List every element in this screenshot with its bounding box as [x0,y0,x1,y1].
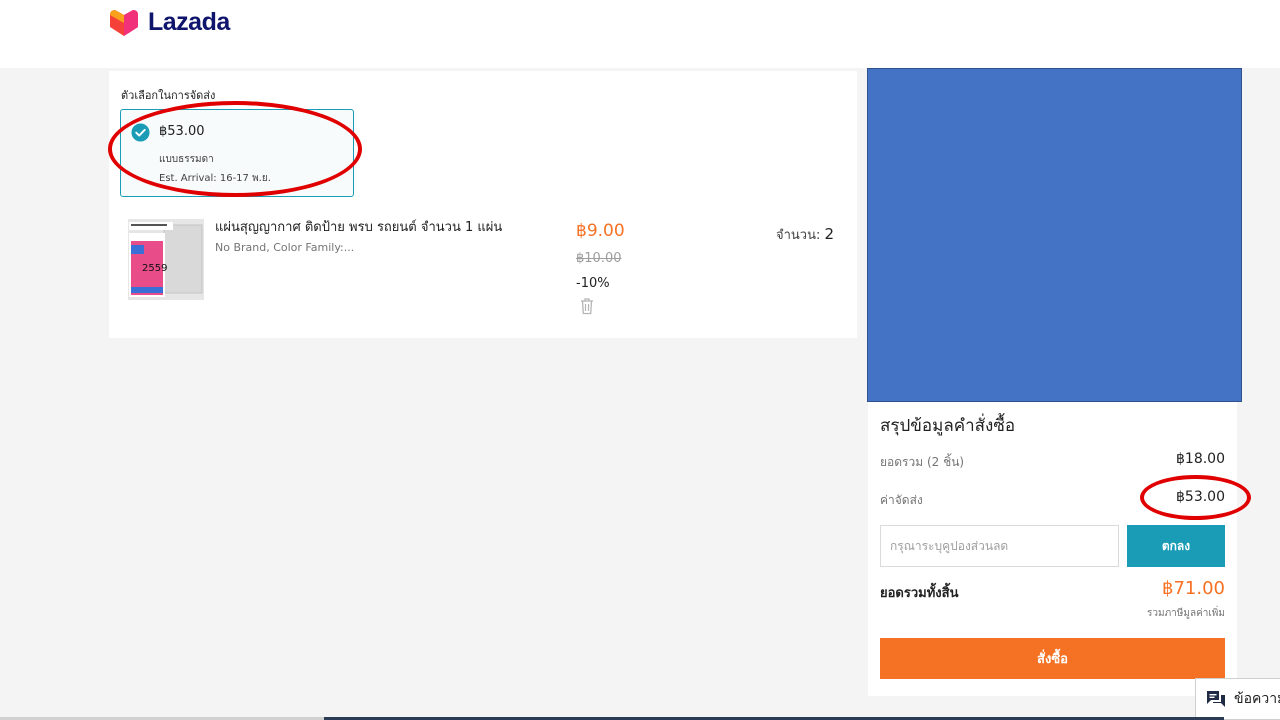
subtotal-value: ฿18.00 [1176,451,1225,467]
chat-bubble-icon [1207,691,1225,707]
shipping-section-label: ตัวเลือกในการจัดส่ง [121,89,216,102]
shipping-fee-label: ค่าจัดส่ง [880,493,923,507]
quantity-value: 2 [824,225,835,243]
product-original-price: ฿10.00 [576,251,622,266]
lazada-heart-icon [110,10,138,36]
shipping-option-eta: Est. Arrival: 16-17 พ.ย. [159,173,271,184]
order-summary-panel: สรุปข้อมูลคำสั่งซื้อ ยอดรวม (2 ชิ้น) ฿18… [868,402,1237,696]
summary-title: สรุปข้อมูลคำสั่งซื้อ [880,416,1016,436]
shipping-option-price: ฿53.00 [159,124,205,139]
product-thumbnail[interactable]: 2559 [128,219,204,300]
product-title[interactable]: แผ่นสุญญากาศ ติดป้าย พรบ รถยนต์ จำนวน 1 … [215,216,502,237]
quantity-label: จำนวน: [776,228,821,243]
subtotal-label: ยอดรวม (2 ชิ้น) [880,455,965,469]
place-order-button[interactable]: สั่งซื้อ [880,638,1225,679]
trash-icon[interactable] [579,297,595,315]
quantity: จำนวน: 2 [776,224,834,245]
check-circle-icon [131,123,150,142]
chat-widget[interactable]: ข้อความ [1195,678,1280,720]
product-image: 2559 [128,219,204,300]
total-value: ฿71.00 [1162,578,1225,599]
chat-label: ข้อความ [1234,691,1280,707]
blue-placeholder-block [867,68,1242,402]
apply-voucher-button[interactable]: ตกลง [1127,525,1225,567]
product-discount: -10% [576,276,610,291]
voucher-input[interactable] [880,525,1119,567]
product-variant: No Brand, Color Family:... [215,241,355,254]
shipping-option-card[interactable]: ฿53.00 แบบธรรมดา Est. Arrival: 16-17 พ.ย… [120,109,354,197]
thumb-year-text: 2559 [142,263,167,274]
vat-note: รวมภาษีมูลค่าเพิ่ม [1146,608,1225,619]
shipping-option-type: แบบธรรมดา [159,154,214,165]
cart-package-panel: ตัวเลือกในการจัดส่ง ฿53.00 แบบธรรมดา Est… [109,71,857,338]
top-bar: Lazada [0,0,1280,68]
product-price: ฿9.00 [576,221,625,241]
shipping-fee-value: ฿53.00 [1176,489,1225,505]
logo-text: Lazada [148,7,230,36]
total-label: ยอดรวมทั้งสิ้น [880,586,959,601]
lazada-logo[interactable]: Lazada [108,7,230,37]
